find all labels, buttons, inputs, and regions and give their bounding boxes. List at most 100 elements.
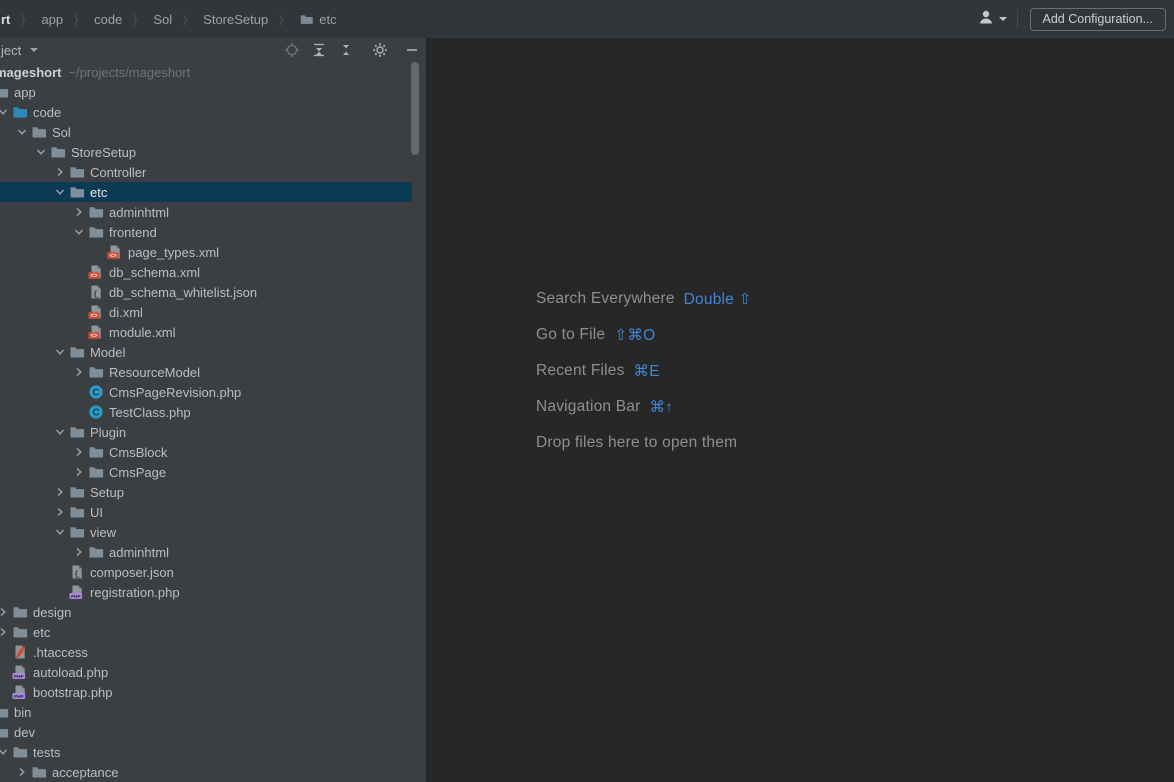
tree-item-module-xml[interactable]: <> module.xml bbox=[0, 322, 426, 342]
tree-item-autoload-php[interactable]: PHP autoload.php bbox=[0, 662, 426, 682]
hint-shortcut[interactable]: ⌘↑ bbox=[649, 398, 673, 417]
chevron-expanded-icon[interactable] bbox=[51, 344, 69, 360]
tree-item-bootstrap-php[interactable]: PHP bootstrap.php bbox=[0, 682, 426, 702]
svg-text:C: C bbox=[92, 388, 99, 399]
chevron-expanded-icon[interactable] bbox=[51, 184, 69, 200]
folder-icon bbox=[69, 524, 85, 540]
json-file-icon: {̦ bbox=[88, 284, 104, 300]
tree-item-label: adminhtml bbox=[109, 204, 169, 220]
svg-text:PHP: PHP bbox=[71, 594, 80, 599]
tree-item-tests[interactable]: tests bbox=[0, 742, 426, 762]
breadcrumb-item[interactable]: 〉 code bbox=[63, 10, 122, 29]
hint-shortcut[interactable]: Double ⇧ bbox=[684, 290, 752, 309]
chevron-collapsed-icon[interactable] bbox=[70, 464, 88, 480]
tree-item-cmspagerevision-php[interactable]: C CmsPageRevision.php bbox=[0, 382, 426, 402]
chevron-collapsed-icon[interactable] bbox=[70, 204, 88, 220]
collapse-all-icon[interactable] bbox=[338, 42, 354, 58]
tree-item-composer-json[interactable]: {̦ composer.json bbox=[0, 562, 426, 582]
tree-item-di-xml[interactable]: <> di.xml bbox=[0, 302, 426, 322]
tree-item-acceptance[interactable]: acceptance bbox=[0, 762, 426, 782]
tree-item-label: di.xml bbox=[109, 304, 143, 320]
tree-item-controller[interactable]: Controller bbox=[0, 162, 426, 182]
shortcut-hint: Recent Files ⌘E bbox=[536, 353, 752, 389]
breadcrumb-item[interactable]: rt bbox=[1, 12, 10, 27]
tree-item-label: dev bbox=[14, 724, 35, 740]
tree-item-dev[interactable]: dev bbox=[0, 722, 426, 742]
tree-item-resourcemodel[interactable]: ResourceModel bbox=[0, 362, 426, 382]
chevron-collapsed-icon[interactable] bbox=[0, 624, 12, 640]
tree-item-setup[interactable]: Setup bbox=[0, 482, 426, 502]
chevron-expanded-icon[interactable] bbox=[51, 424, 69, 440]
tree-item-plugin[interactable]: Plugin bbox=[0, 422, 426, 442]
tree-item-sol[interactable]: Sol bbox=[0, 122, 426, 142]
tree-item-ui[interactable]: UI bbox=[0, 502, 426, 522]
tree-item-storesetup[interactable]: StoreSetup bbox=[0, 142, 426, 162]
php-file-icon: PHP bbox=[12, 684, 28, 700]
chevron-expanded-icon[interactable] bbox=[13, 124, 31, 140]
minus-icon[interactable] bbox=[404, 42, 420, 58]
breadcrumb-item[interactable]: 〉 StoreSetup bbox=[172, 10, 268, 29]
breadcrumb-item[interactable]: 〉 Sol bbox=[122, 10, 172, 29]
tree-item-db-schema-xml[interactable]: <> db_schema.xml bbox=[0, 262, 426, 282]
tree-item-label: Controller bbox=[90, 164, 147, 180]
folder-icon bbox=[88, 464, 104, 480]
chevron-collapsed-icon[interactable] bbox=[70, 544, 88, 560]
chevron-collapsed-icon[interactable] bbox=[70, 444, 88, 460]
folder-icon bbox=[69, 344, 85, 360]
tree-item-cmspage[interactable]: CmsPage bbox=[0, 462, 426, 482]
tree-item-label: db_schema.xml bbox=[109, 264, 201, 280]
tree-item-page-types-xml[interactable]: <> page_types.xml bbox=[0, 242, 426, 262]
folder-icon bbox=[12, 604, 28, 620]
breadcrumb-item[interactable]: 〉 app bbox=[10, 10, 63, 29]
chevron-collapsed-icon[interactable] bbox=[70, 364, 88, 380]
divider bbox=[1016, 9, 1018, 29]
chevron-expanded-icon[interactable] bbox=[0, 744, 12, 760]
chevron-collapsed-icon[interactable] bbox=[51, 484, 69, 500]
chevron-collapsed-icon[interactable] bbox=[51, 504, 69, 520]
tree-item--htaccess[interactable]: .htaccess bbox=[0, 642, 426, 662]
add-configuration-button[interactable]: Add Configuration... bbox=[1029, 7, 1166, 31]
tree-item-adminhtml[interactable]: adminhtml bbox=[0, 202, 426, 222]
breadcrumb-item[interactable]: 〉 etc bbox=[268, 10, 337, 29]
tree-item-etc[interactable]: etc bbox=[0, 182, 426, 202]
hint-label: Navigation Bar bbox=[536, 398, 641, 415]
tree-item-label: Plugin bbox=[90, 424, 127, 440]
user-dropdown[interactable] bbox=[977, 9, 1007, 30]
tree-item-mageshort[interactable]: mageshort ~/projects/mageshort bbox=[0, 62, 426, 82]
chevron-expanded-icon[interactable] bbox=[32, 144, 50, 160]
tree-item-design[interactable]: design bbox=[0, 602, 426, 622]
breadcrumb-label: StoreSetup bbox=[203, 11, 269, 27]
tree-item-bin[interactable]: bin bbox=[0, 702, 426, 722]
hint-shortcut[interactable]: ⇧⌘O bbox=[614, 326, 655, 345]
chevron-expanded-icon[interactable] bbox=[51, 524, 69, 540]
tree-item-etc[interactable]: etc bbox=[0, 622, 426, 642]
tree-item-model[interactable]: Model bbox=[0, 342, 426, 362]
tree-item-view[interactable]: view bbox=[0, 522, 426, 542]
chevron-collapsed-icon[interactable] bbox=[51, 164, 69, 180]
folder-icon bbox=[50, 144, 66, 160]
chevron-collapsed-icon[interactable] bbox=[13, 764, 31, 780]
tree-item-label: module.xml bbox=[109, 324, 176, 340]
tree-item-cmsblock[interactable]: CmsBlock bbox=[0, 442, 426, 462]
tree-item-frontend[interactable]: frontend bbox=[0, 222, 426, 242]
locate-icon[interactable] bbox=[284, 42, 300, 58]
tree-item-registration-php[interactable]: PHP registration.php bbox=[0, 582, 426, 602]
tree-item-adminhtml[interactable]: adminhtml bbox=[0, 542, 426, 562]
tree-item-db-schema-whitelist-json[interactable]: {̦ db_schema_whitelist.json bbox=[0, 282, 426, 302]
tree-item-app[interactable]: app bbox=[0, 82, 426, 102]
tree-item-label: bootstrap.php bbox=[33, 684, 113, 700]
folder-icon bbox=[88, 544, 104, 560]
chevron-expanded-icon[interactable] bbox=[70, 224, 88, 240]
chevron-collapsed-icon[interactable] bbox=[0, 604, 12, 620]
folder-icon bbox=[69, 424, 85, 440]
tree-item-testclass-php[interactable]: C TestClass.php bbox=[0, 402, 426, 422]
shortcut-hint: Search Everywhere Double ⇧ bbox=[536, 281, 752, 317]
gear-icon[interactable] bbox=[372, 42, 388, 58]
hint-shortcut[interactable]: ⌘E bbox=[634, 362, 660, 381]
project-view-selector[interactable]: ject bbox=[0, 43, 39, 58]
expand-all-icon[interactable] bbox=[311, 42, 327, 58]
folder-icon bbox=[69, 184, 85, 200]
tree-scrollbar[interactable] bbox=[411, 62, 419, 155]
tree-item-code[interactable]: code bbox=[0, 102, 426, 122]
chevron-expanded-icon[interactable] bbox=[0, 104, 12, 120]
